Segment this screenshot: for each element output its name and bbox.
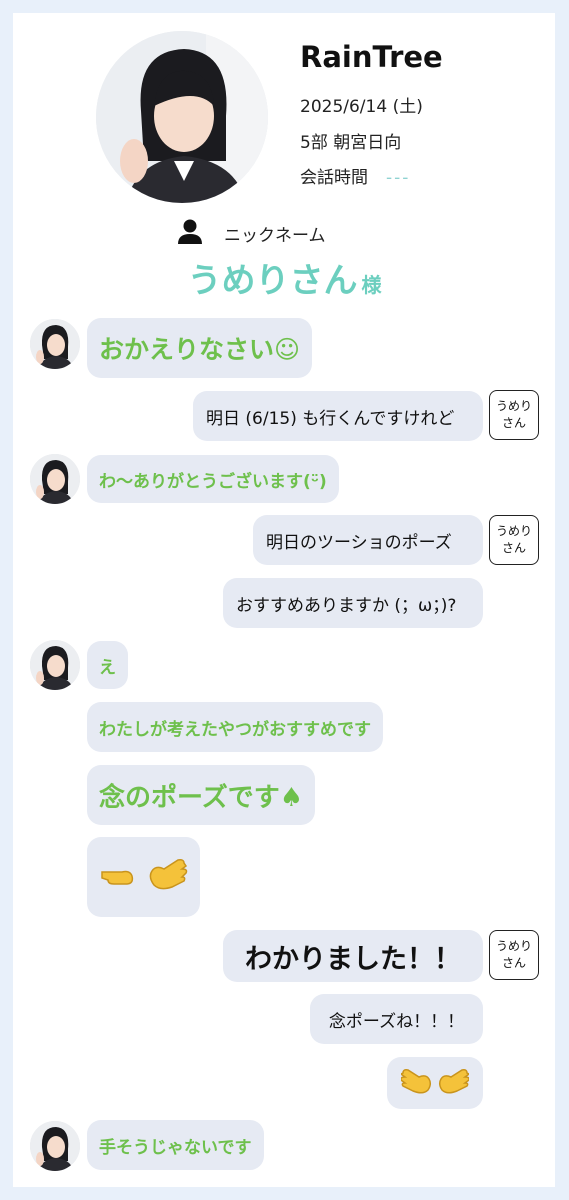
nickname: うめりさん様 [0,253,569,302]
pointing-hand-icon [100,860,144,894]
person-icon [176,217,204,249]
message-bubble-outgoing: 明日 (6/15) も行くんですけれど [193,391,483,441]
open-hand-icon [144,857,188,897]
message-bubble-outgoing: わかりました！！ [223,930,483,982]
nickname-text: うめりさん [187,261,358,301]
message-bubble-incoming: え [87,641,128,689]
message-bubble-outgoing: 念ポーズね！！！ [310,994,483,1044]
message-bubble-outgoing [387,1057,483,1109]
avatar [30,454,80,504]
message-bubble-incoming: わたしが考えたやつがおすすめです [87,702,383,752]
sender-tag-line1: うめり [495,939,532,953]
open-hand-icon [435,1067,471,1099]
nickname-label: ニックネーム [224,225,326,246]
sender-tag: うめり さん [489,930,539,980]
talk-time-label: 会話時間 [300,168,368,188]
event-date: 2025/6/14 (土) [300,97,423,117]
message-bubble-outgoing: 明日のツーショのポーズ [253,515,483,565]
nickname-row: ニックネーム [176,217,326,249]
avatar [30,1121,80,1171]
message-bubble-incoming: おかえりなさい☺ [87,318,313,378]
message-bubble-incoming [87,837,200,917]
sender-tag: うめり さん [489,515,539,565]
sender-tag-line2: さん [501,956,526,970]
message-bubble-incoming: 手そうじゃないです [87,1120,264,1170]
session-info: 5部 朝宮日向 [300,133,402,153]
sender-tag: うめり さん [489,390,539,440]
avatar [30,319,80,369]
sender-tag-line2: さん [501,541,526,555]
talk-time-value: --- [386,168,411,188]
talk-time: 会話時間 --- [300,163,410,188]
sender-tag-line1: うめり [495,399,532,413]
open-hand-icon [399,1067,435,1099]
message-bubble-incoming: 念のポーズです♠ [87,765,316,825]
sender-tag-line2: さん [501,416,526,430]
message-bubble-incoming: わ〜ありがとうございます(ᵕ̈) [87,455,339,503]
nickname-suffix: 様 [361,273,382,297]
sender-tag-line1: うめり [495,524,532,538]
talent-name: RainTree [300,40,443,74]
message-bubble-outgoing: おすすめありますか (；ω；)? [223,578,483,628]
avatar [30,640,80,690]
profile-photo [96,31,268,203]
